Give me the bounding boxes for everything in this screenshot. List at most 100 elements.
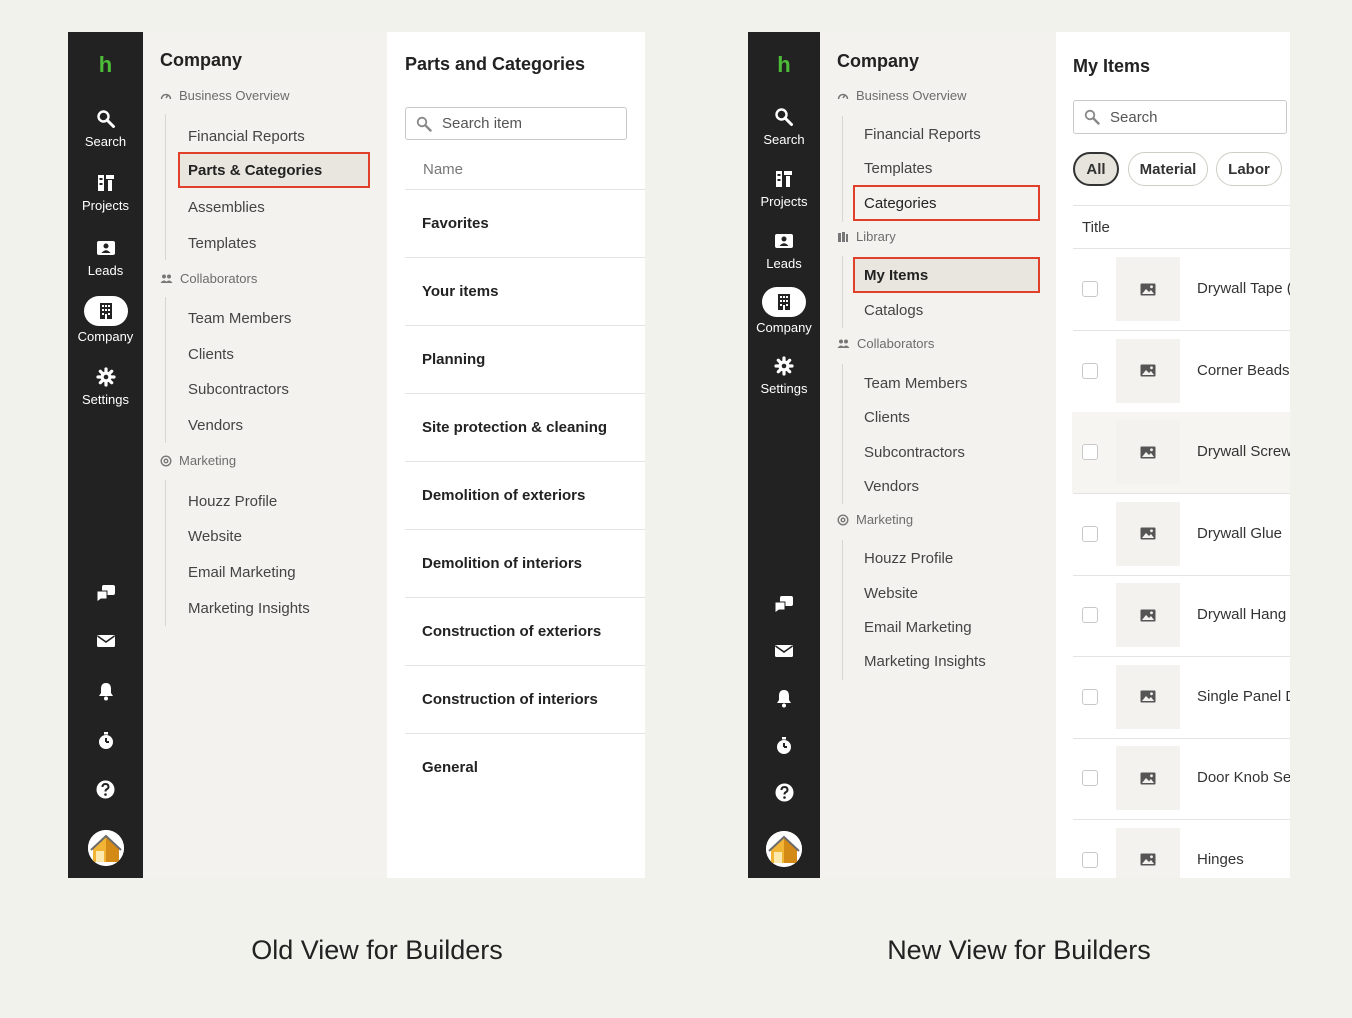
- rail-item-leads[interactable]: Leads: [68, 237, 143, 278]
- row-checkbox[interactable]: [1082, 607, 1098, 623]
- nav-item-clients[interactable]: Clients: [188, 336, 234, 372]
- item-title: Hinges: [1197, 850, 1244, 868]
- search-input[interactable]: Search item: [405, 107, 627, 140]
- nav-item-catalogs[interactable]: Catalogs: [864, 292, 923, 328]
- nav-item-templates[interactable]: Templates: [864, 150, 932, 186]
- bell-icon[interactable]: [748, 689, 820, 708]
- page-title: Parts and Categories: [405, 54, 586, 74]
- search-input[interactable]: Search: [1073, 100, 1287, 134]
- chat-icon[interactable]: [68, 584, 143, 602]
- category-row[interactable]: Demolition of interiors: [422, 555, 582, 572]
- category-row[interactable]: Site protection & cleaning: [422, 419, 607, 436]
- nav-item-marketing-insights[interactable]: Marketing Insights: [864, 643, 986, 679]
- nav-item-vendors[interactable]: Vendors: [188, 407, 243, 443]
- nav-divider: [842, 364, 843, 504]
- row-checkbox[interactable]: [1082, 770, 1098, 786]
- nav-item-vendors[interactable]: Vendors: [864, 468, 919, 504]
- item-row[interactable]: Drywall Glue: [1072, 494, 1290, 575]
- nav-item-financial-reports[interactable]: Financial Reports: [864, 116, 981, 152]
- houzz-logo[interactable]: h: [748, 52, 820, 78]
- rail-item-leads[interactable]: Leads: [748, 230, 820, 271]
- item-row[interactable]: Single Panel D: [1072, 657, 1290, 738]
- filter-chip-labor[interactable]: Labor: [1216, 152, 1282, 186]
- nav-item-templates[interactable]: Templates: [188, 225, 256, 261]
- image-placeholder-icon: [1116, 257, 1180, 321]
- row-divider: [405, 461, 645, 462]
- my-items-content: My Items Search All Material Labor Title…: [1056, 32, 1290, 878]
- category-row[interactable]: Demolition of exteriors: [422, 487, 585, 504]
- nav-item-parts-categories[interactable]: Parts & Categories: [178, 152, 370, 188]
- rail-item-company[interactable]: Company: [748, 287, 820, 335]
- rail-item-search[interactable]: Search: [68, 108, 143, 149]
- row-divider: [405, 189, 645, 190]
- row-checkbox[interactable]: [1082, 281, 1098, 297]
- row-checkbox[interactable]: [1082, 688, 1098, 705]
- nav-item-team-members[interactable]: Team Members: [864, 365, 967, 401]
- inbox-icon[interactable]: [748, 643, 820, 659]
- timer-icon[interactable]: [748, 736, 820, 755]
- item-row[interactable]: Hinges: [1072, 820, 1290, 878]
- nav-item-subcontractors[interactable]: Subcontractors: [864, 434, 965, 470]
- row-checkbox[interactable]: [1082, 525, 1098, 542]
- nav-section-label: Collaborators: [180, 271, 258, 286]
- row-divider: [405, 393, 645, 394]
- nav-item-subcontractors[interactable]: Subcontractors: [188, 371, 289, 407]
- help-icon[interactable]: [748, 783, 820, 802]
- item-title: Drywall Glue: [1197, 524, 1283, 542]
- rail-item-label: Search: [84, 134, 127, 149]
- nav-item-my-items[interactable]: My Items: [853, 257, 1040, 293]
- nav-item-team-members[interactable]: Team Members: [188, 300, 291, 336]
- nav-item-houzz-profile[interactable]: Houzz Profile: [864, 540, 953, 576]
- row-checkbox[interactable]: [1082, 851, 1098, 868]
- leads-icon: [771, 230, 797, 252]
- item-row[interactable]: Corner Beads: [1072, 331, 1290, 412]
- library-icon: [838, 231, 848, 242]
- nav-item-website[interactable]: Website: [188, 518, 242, 554]
- search-icon: [416, 116, 432, 132]
- rail-item-company[interactable]: Company: [68, 296, 143, 344]
- item-row[interactable]: Drywall Screw: [1072, 412, 1290, 493]
- nav-item-houzz-profile[interactable]: Houzz Profile: [188, 483, 277, 519]
- rail-item-projects[interactable]: Projects: [68, 172, 143, 213]
- category-row[interactable]: Construction of interiors: [422, 691, 598, 708]
- rail-item-search[interactable]: Search: [748, 106, 820, 147]
- category-row[interactable]: Favorites: [422, 215, 489, 232]
- rail-item-settings[interactable]: Settings: [748, 355, 820, 396]
- gauge-icon: [160, 93, 172, 99]
- nav-item-marketing-insights[interactable]: Marketing Insights: [188, 590, 310, 626]
- rail-item-label: Projects: [82, 198, 129, 213]
- item-row[interactable]: Drywall Hang: [1072, 575, 1290, 656]
- column-header-title[interactable]: Title: [1082, 219, 1110, 236]
- column-header-name[interactable]: Name: [423, 161, 463, 178]
- avatar[interactable]: [87, 830, 124, 866]
- category-row[interactable]: General: [422, 759, 478, 776]
- row-checkbox[interactable]: [1082, 362, 1098, 379]
- inbox-icon[interactable]: [68, 633, 143, 649]
- filter-chip-all[interactable]: All: [1073, 152, 1119, 186]
- timer-icon[interactable]: [68, 731, 143, 750]
- rail-item-label: Projects: [760, 194, 808, 209]
- nav-item-website[interactable]: Website: [864, 575, 918, 611]
- category-row[interactable]: Construction of exteriors: [422, 623, 601, 640]
- filter-chip-material[interactable]: Material: [1128, 152, 1208, 186]
- bell-icon[interactable]: [68, 682, 143, 701]
- nav-item-clients[interactable]: Clients: [864, 399, 910, 435]
- nav-section-business-overview: Business Overview: [837, 88, 967, 103]
- avatar[interactable]: [766, 831, 802, 867]
- rail-item-label: Settings: [82, 392, 129, 407]
- item-row[interactable]: Drywall Tape (: [1072, 249, 1290, 330]
- nav-item-financial-reports[interactable]: Financial Reports: [188, 118, 305, 154]
- category-row[interactable]: Your items: [422, 283, 498, 300]
- rail-item-projects[interactable]: Projects: [748, 168, 820, 209]
- help-icon[interactable]: [68, 780, 143, 799]
- nav-item-email-marketing[interactable]: Email Marketing: [188, 554, 296, 590]
- item-row[interactable]: Door Knob Se: [1072, 738, 1290, 819]
- nav-item-assemblies[interactable]: Assemblies: [188, 189, 265, 225]
- rail-item-settings[interactable]: Settings: [68, 366, 143, 407]
- houzz-logo[interactable]: h: [68, 52, 143, 78]
- nav-item-email-marketing[interactable]: Email Marketing: [864, 609, 972, 645]
- row-checkbox[interactable]: [1082, 444, 1098, 460]
- chat-icon[interactable]: [748, 595, 820, 613]
- nav-item-categories[interactable]: Categories: [853, 185, 1040, 221]
- category-row[interactable]: Planning: [422, 351, 485, 368]
